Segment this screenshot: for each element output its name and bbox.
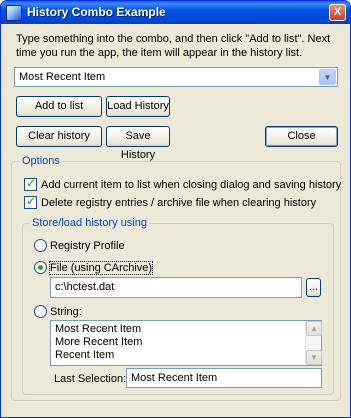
close-window-button[interactable]: X: [329, 4, 346, 21]
title-bar[interactable]: History Combo Example X: [1, 1, 350, 24]
add-current-checkbox[interactable]: [24, 176, 37, 191]
chevron-down-icon[interactable]: ▼: [319, 69, 336, 85]
store-history-group-label: Store/load history using: [30, 217, 149, 229]
file-archive-radio[interactable]: [34, 261, 47, 274]
add-to-list-button[interactable]: Add to list: [16, 96, 102, 117]
options-group-label: Options: [20, 155, 62, 167]
delete-registry-checkbox[interactable]: [24, 194, 37, 209]
last-selection-value: Most Recent Item: [131, 372, 218, 384]
string-label[interactable]: String:: [50, 306, 82, 318]
instructions-text: Type something into the combo, and then …: [16, 33, 331, 59]
add-current-label[interactable]: Add current item to list when closing di…: [41, 179, 341, 191]
string-list-scrollbar[interactable]: ▲ ▼: [305, 321, 322, 365]
app-icon: [6, 5, 22, 21]
file-path-value: c:\hctest.dat: [55, 281, 115, 293]
save-history-button[interactable]: Save History: [106, 126, 170, 161]
window-title: History Combo Example: [27, 5, 166, 19]
string-list-item: Recent Item: [55, 349, 115, 361]
scroll-down-icon[interactable]: ▼: [306, 350, 322, 365]
browse-button[interactable]: ...: [306, 278, 321, 297]
delete-registry-label[interactable]: Delete registry entries / archive file w…: [41, 197, 316, 209]
history-combo-value: Most Recent Item: [19, 71, 106, 83]
string-radio[interactable]: [34, 305, 47, 318]
string-list-item: More Recent Item: [55, 336, 143, 348]
scroll-up-icon[interactable]: ▲: [306, 321, 322, 336]
file-archive-label[interactable]: File (using CArchive): [48, 261, 154, 275]
file-path-field[interactable]: c:\hctest.dat: [50, 277, 302, 298]
registry-profile-label[interactable]: Registry Profile: [50, 240, 125, 252]
load-history-button[interactable]: Load History: [106, 96, 170, 117]
clear-history-button[interactable]: Clear history: [16, 126, 102, 147]
registry-profile-radio[interactable]: [34, 239, 47, 252]
string-history-list[interactable]: Most Recent Item More Recent Item Recent…: [50, 320, 322, 366]
close-button[interactable]: Close: [265, 126, 338, 147]
last-selection-label: Last Selection:: [54, 373, 127, 385]
dialog-window: History Combo Example X Type something i…: [0, 0, 351, 418]
last-selection-field[interactable]: Most Recent Item: [126, 368, 322, 388]
history-combo[interactable]: Most Recent Item ▼: [14, 67, 338, 87]
string-list-item: Most Recent Item: [55, 323, 142, 335]
